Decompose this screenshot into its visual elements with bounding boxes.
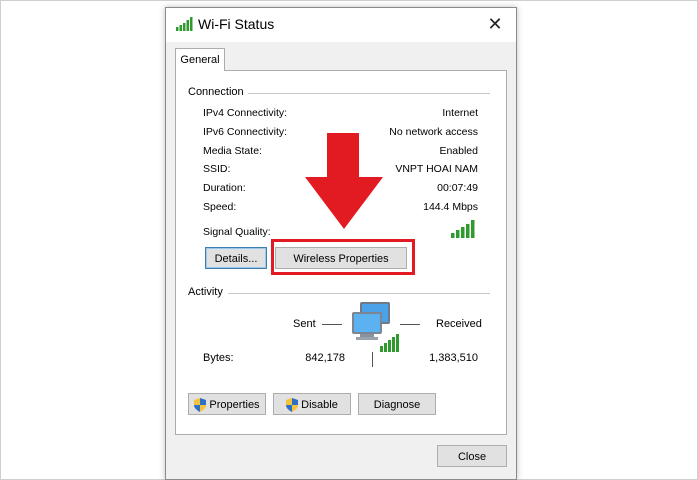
signal-quality-label: Signal Quality:: [203, 226, 271, 238]
activity-divider: [228, 293, 490, 294]
disable-button-label: Disable: [301, 399, 338, 411]
close-icon[interactable]: ✕: [484, 13, 506, 35]
media-state-value: Enabled: [439, 145, 478, 157]
activity-section-label: Activity: [188, 286, 227, 298]
red-down-arrow-icon: [305, 133, 383, 229]
activity-separator: [372, 352, 373, 367]
speed-label: Speed:: [203, 201, 237, 213]
properties-button-label: Properties: [209, 399, 260, 411]
details-button[interactable]: Details...: [205, 247, 267, 269]
duration-value: 00:07:49: [437, 182, 478, 194]
ssid-label: SSID:: [203, 163, 231, 175]
window-title: Wi-Fi Status: [198, 16, 275, 32]
received-line: [400, 324, 420, 325]
uac-shield-icon: [194, 398, 207, 413]
network-computers-icon: [352, 302, 399, 352]
connection-section-label: Connection: [188, 86, 248, 98]
properties-button[interactable]: Properties: [188, 393, 266, 415]
signal-quality-icon: [451, 220, 475, 238]
close-button[interactable]: Close: [437, 445, 507, 467]
sent-label: Sent: [293, 318, 316, 330]
ipv6-label: IPv6 Connectivity:: [203, 126, 288, 138]
disable-button[interactable]: Disable: [273, 393, 351, 415]
ipv6-value: No network access: [389, 126, 478, 138]
tab-general[interactable]: General: [175, 48, 225, 71]
speed-value: 144.4 Mbps: [423, 201, 478, 213]
diagnose-button[interactable]: Diagnose: [358, 393, 436, 415]
title-bar[interactable]: Wi-Fi Status ✕: [166, 8, 516, 42]
uac-shield-icon: [286, 398, 299, 413]
ssid-value: VNPT HOAI NAM: [395, 163, 478, 175]
highlight-box: [271, 239, 415, 275]
connection-divider: [248, 93, 490, 94]
duration-label: Duration:: [203, 182, 246, 194]
bytes-label: Bytes:: [203, 352, 234, 364]
ipv4-label: IPv4 Connectivity:: [203, 107, 288, 119]
bytes-sent-value: 842,178: [305, 352, 345, 364]
media-state-label: Media State:: [203, 145, 262, 157]
ipv4-value: Internet: [442, 107, 478, 119]
received-label: Received: [436, 318, 482, 330]
sent-line: [322, 324, 342, 325]
wifi-signal-icon: [176, 17, 193, 31]
bytes-received-value: 1,383,510: [429, 352, 478, 364]
